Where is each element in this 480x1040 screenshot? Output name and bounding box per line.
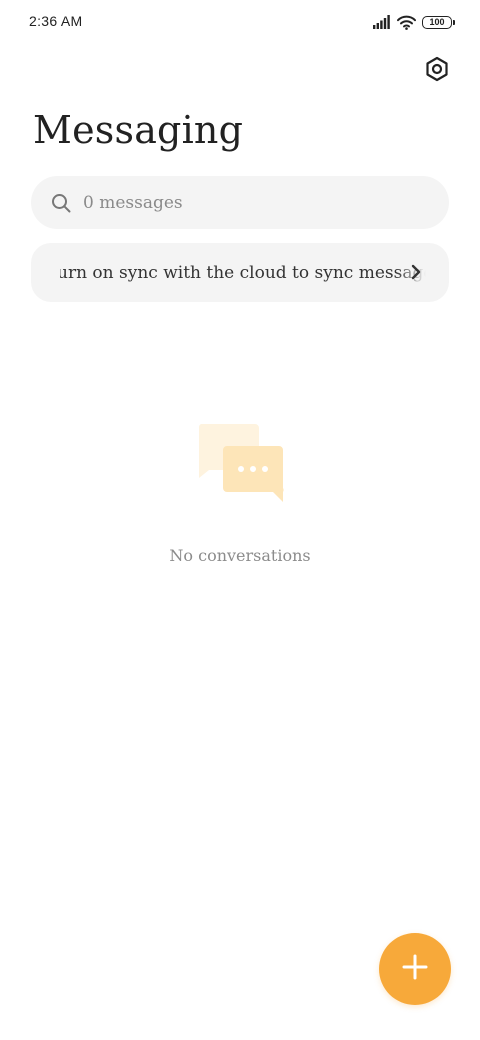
- settings-button[interactable]: [422, 56, 452, 86]
- status-time: 2:36 AM: [29, 13, 83, 29]
- wifi-icon: [397, 15, 416, 30]
- status-bar: 2:36 AM 100: [0, 0, 480, 44]
- sync-banner-text: urn on sync with the cloud to sync messa…: [60, 262, 426, 283]
- sync-text-container: urn on sync with the cloud to sync messa…: [60, 243, 426, 302]
- sync-banner[interactable]: urn on sync with the cloud to sync messa…: [31, 243, 449, 302]
- signal-icon: [373, 15, 391, 29]
- search-bar[interactable]: [31, 176, 449, 229]
- chat-bubbles-icon: [193, 422, 287, 504]
- search-icon: [51, 193, 71, 213]
- battery-icon: 100: [422, 15, 455, 29]
- status-icons: 100: [373, 13, 455, 31]
- page-title: Messaging: [33, 108, 244, 152]
- chevron-right-icon: [407, 263, 425, 281]
- plus-icon: [401, 953, 429, 986]
- settings-icon: [424, 56, 450, 87]
- battery-level: 100: [429, 16, 445, 27]
- messaging-screen: 2:36 AM 100 Messaging 0 messages urn on …: [0, 0, 480, 1040]
- search-input[interactable]: [83, 192, 403, 213]
- empty-state-text: No conversations: [169, 546, 311, 565]
- new-message-button[interactable]: [379, 933, 451, 1005]
